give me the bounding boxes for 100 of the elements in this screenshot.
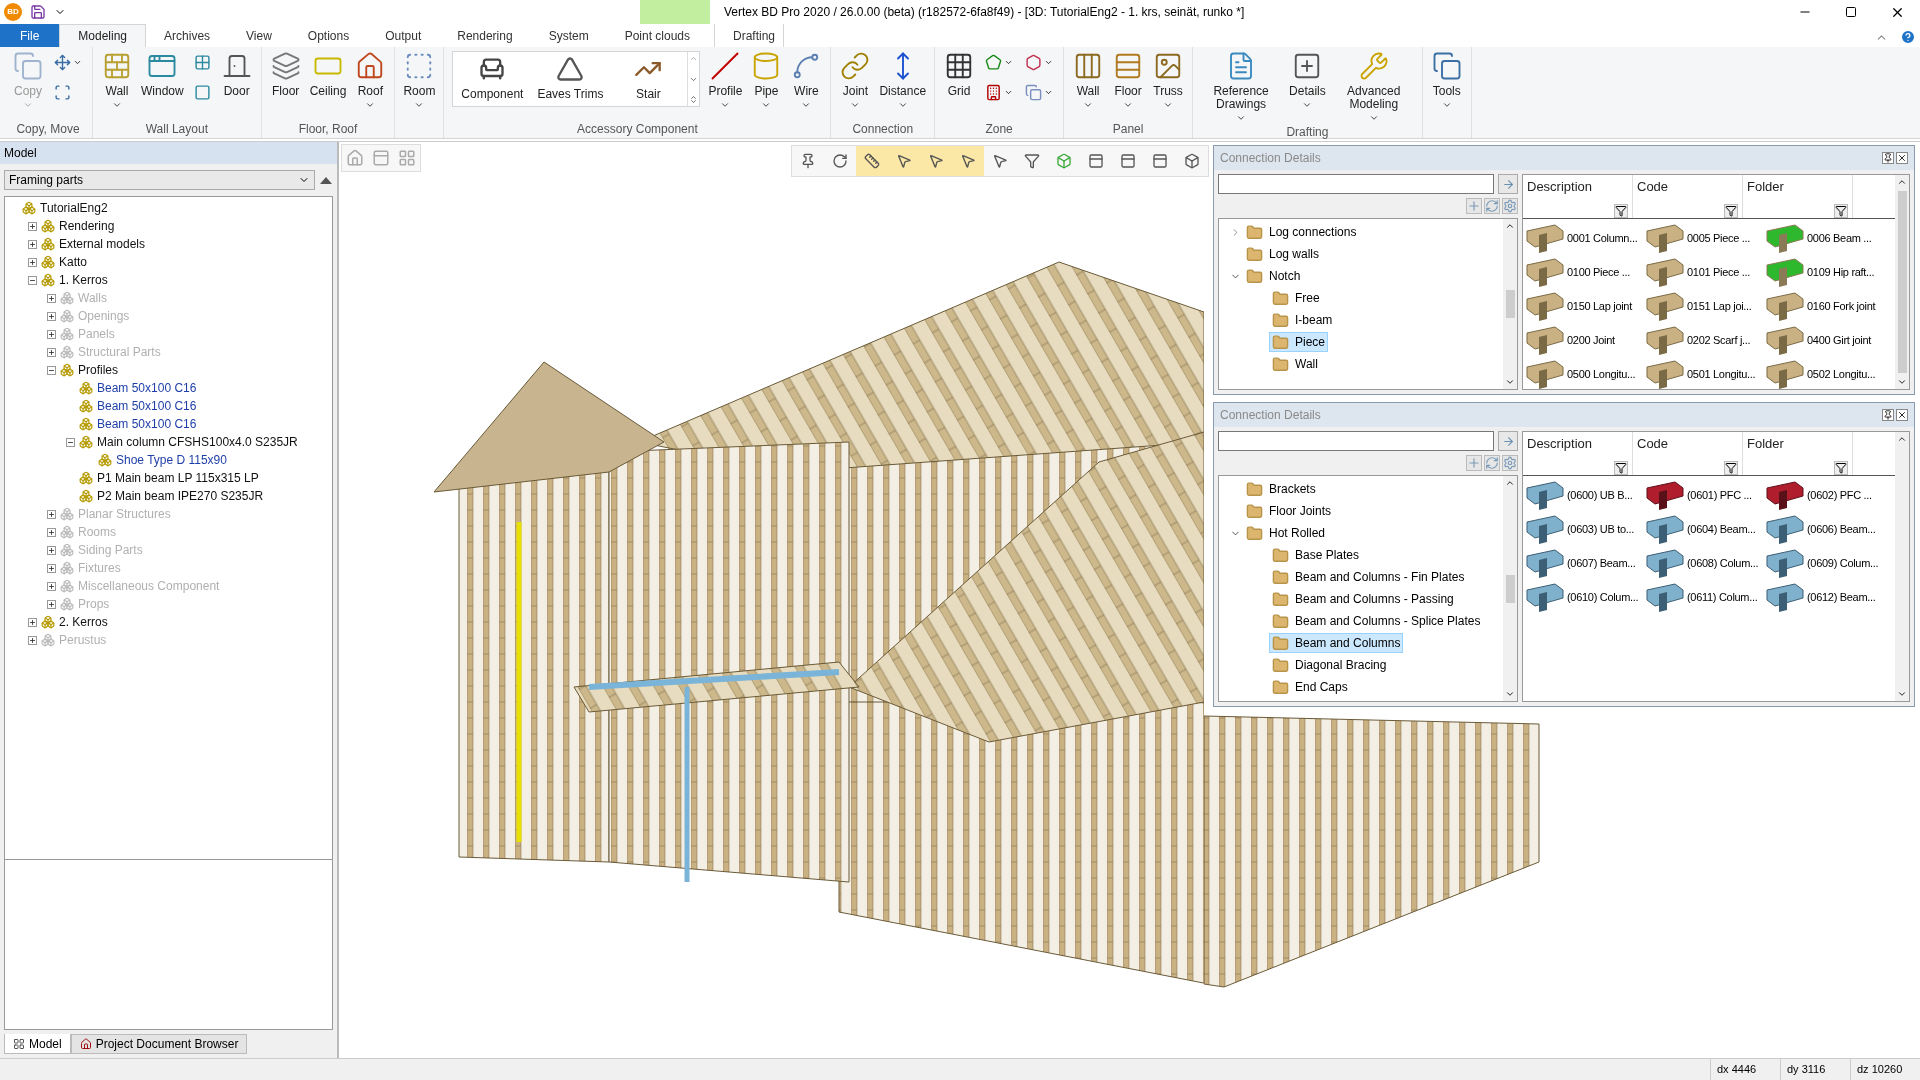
close-icon[interactable] xyxy=(1896,409,1908,421)
connection-item[interactable]: (0602) PFC ... xyxy=(1765,480,1885,510)
column-header[interactable]: Code xyxy=(1637,177,1738,197)
ribbon-tab[interactable]: System xyxy=(530,24,607,47)
ribbon-button[interactable]: Pipe xyxy=(746,47,787,110)
column-header[interactable]: Code xyxy=(1637,434,1738,454)
scroll-up-icon[interactable] xyxy=(1897,434,1907,444)
pin-icon[interactable] xyxy=(1882,409,1894,421)
scrollbar[interactable] xyxy=(1503,219,1517,389)
gallery-item[interactable]: Stair xyxy=(609,52,688,106)
ribbon-tab[interactable]: Point clouds xyxy=(606,24,708,47)
tree-item[interactable]: P2 Main beam IPE270 S235JR xyxy=(97,487,264,505)
folder-item[interactable]: Brackets xyxy=(1243,479,1319,499)
tree-item[interactable]: Katto xyxy=(59,253,88,271)
ribbon-button[interactable]: Floor xyxy=(265,47,306,98)
collapse-icon[interactable] xyxy=(319,175,333,185)
folder-item[interactable]: Piece xyxy=(1269,332,1329,352)
connection-item[interactable]: 0001 Column... xyxy=(1525,223,1645,253)
expander-box[interactable] xyxy=(47,527,56,537)
connection-item[interactable]: 0400 Girt joint xyxy=(1765,325,1885,355)
search-field[interactable] xyxy=(1218,431,1494,451)
view-tool-button[interactable] xyxy=(952,146,984,176)
ribbon-tab[interactable]: File xyxy=(0,24,60,47)
filter-icon[interactable] xyxy=(1724,461,1738,475)
expander-box[interactable] xyxy=(47,599,56,609)
ribbon-tab[interactable]: Options xyxy=(289,24,368,47)
folder-item[interactable]: Diagonal Bracing xyxy=(1269,655,1390,675)
go-button[interactable] xyxy=(1498,174,1518,194)
folder-item[interactable]: Beam and Columns - Splice Plates xyxy=(1269,611,1484,631)
folder-item[interactable]: Hot Rolled xyxy=(1243,523,1329,543)
expander-box[interactable] xyxy=(28,221,37,231)
tree-item[interactable]: Profiles xyxy=(78,361,118,379)
ribbon-button[interactable]: Distance xyxy=(875,47,931,110)
connection-item[interactable]: 0109 Hip raft... xyxy=(1765,257,1885,287)
column-header[interactable]: Description xyxy=(1527,434,1628,454)
connection-item[interactable]: 0005 Piece ... xyxy=(1645,223,1765,253)
help-icon[interactable] xyxy=(1900,29,1916,45)
expander-box[interactable] xyxy=(28,257,37,267)
scroll-thumb[interactable] xyxy=(1505,574,1515,603)
ribbon-button[interactable]: Floor xyxy=(1108,47,1149,110)
connection-item[interactable]: 0202 Scarf j... xyxy=(1645,325,1765,355)
folder-item[interactable]: Free xyxy=(1269,288,1323,308)
tree-item[interactable]: Beam 50x100 C16 xyxy=(97,379,197,397)
connection-item[interactable]: (0608) Colum... xyxy=(1645,548,1765,578)
ribbon-button[interactable]: Joint xyxy=(835,47,876,110)
ribbon-button[interactable]: Ceiling xyxy=(305,47,351,98)
column-header[interactable]: Folder xyxy=(1747,177,1848,197)
expander-box[interactable] xyxy=(47,311,56,321)
tree-item[interactable]: Rendering xyxy=(59,217,115,235)
ribbon-button[interactable]: Reference Drawings xyxy=(1197,47,1286,123)
connection-item[interactable]: (0609) Colum... xyxy=(1765,548,1885,578)
ribbon-button[interactable]: Wall xyxy=(1068,47,1109,110)
connection-item[interactable]: 0100 Piece ... xyxy=(1525,257,1645,287)
ribbon-button[interactable]: Profile xyxy=(704,47,747,110)
connection-item[interactable]: (0612) Beam... xyxy=(1765,582,1885,612)
folder-item[interactable]: Base Plates xyxy=(1269,545,1363,565)
expand-icon[interactable] xyxy=(689,95,699,104)
scrollbar[interactable] xyxy=(1503,476,1517,701)
ribbon-button[interactable]: Roof xyxy=(350,47,391,110)
expander-box[interactable] xyxy=(66,437,75,447)
close-icon[interactable] xyxy=(1896,152,1908,164)
tree-item[interactable]: Main column CFSHS100x4.0 S235JR xyxy=(97,433,298,451)
expander-box[interactable] xyxy=(47,329,56,339)
connection-item[interactable]: (0604) Beam... xyxy=(1645,514,1765,544)
search-field[interactable] xyxy=(1218,174,1494,194)
folder-item[interactable]: Beam and Columns xyxy=(1269,633,1404,653)
connection-item[interactable]: 0150 Lap joint xyxy=(1525,291,1645,321)
folder-item[interactable]: Floor Joints xyxy=(1243,501,1335,521)
ribbon-button[interactable]: Door xyxy=(216,47,257,98)
scrollbar[interactable] xyxy=(1895,175,1909,389)
tree-item[interactable]: Shoe Type D 115x90 xyxy=(116,451,227,469)
pin-icon[interactable] xyxy=(1882,152,1894,164)
scroll-up-icon[interactable] xyxy=(1505,221,1515,231)
tree-item[interactable]: P1 Main beam LP 115x315 LP xyxy=(97,469,259,487)
connection-item[interactable]: 0151 Lap joi... xyxy=(1645,291,1765,321)
expander-box[interactable] xyxy=(47,365,56,375)
scrollbar[interactable] xyxy=(1895,432,1909,701)
column-header[interactable]: Description xyxy=(1527,177,1628,197)
ribbon-button[interactable]: Advanced Modeling xyxy=(1329,47,1418,123)
filter-icon[interactable] xyxy=(1834,461,1848,475)
panel-tab[interactable]: Project Document Browser xyxy=(70,1034,248,1054)
connection-item[interactable]: (0600) UB B... xyxy=(1525,480,1645,510)
expander-box[interactable] xyxy=(28,275,37,285)
scroll-down-icon[interactable] xyxy=(1897,689,1907,699)
connection-item[interactable]: 0502 Longitu... xyxy=(1765,359,1885,389)
ribbon-button[interactable]: Grid xyxy=(939,47,980,98)
ribbon-button[interactable]: Tools xyxy=(1426,47,1467,110)
gallery-item[interactable]: Eaves Trims xyxy=(531,52,610,106)
tree-item[interactable]: TutorialEng2 xyxy=(40,199,108,217)
ribbon-tab[interactable]: Modeling xyxy=(59,24,147,47)
connection-item[interactable]: 0160 Fork joint xyxy=(1765,291,1885,321)
ribbon-button[interactable]: Truss xyxy=(1148,47,1189,110)
connection-item[interactable]: (0603) UB to... xyxy=(1525,514,1645,544)
expander-box[interactable] xyxy=(28,617,37,627)
folder-item[interactable]: Log walls xyxy=(1243,244,1323,264)
scroll-down-icon[interactable] xyxy=(1897,377,1907,387)
folder-item[interactable]: Beam and Columns - Passing xyxy=(1269,589,1457,609)
panel-tab[interactable]: Model xyxy=(4,1034,71,1054)
gallery-item[interactable]: Component xyxy=(453,52,532,106)
scroll-thumb[interactable] xyxy=(1897,191,1907,373)
